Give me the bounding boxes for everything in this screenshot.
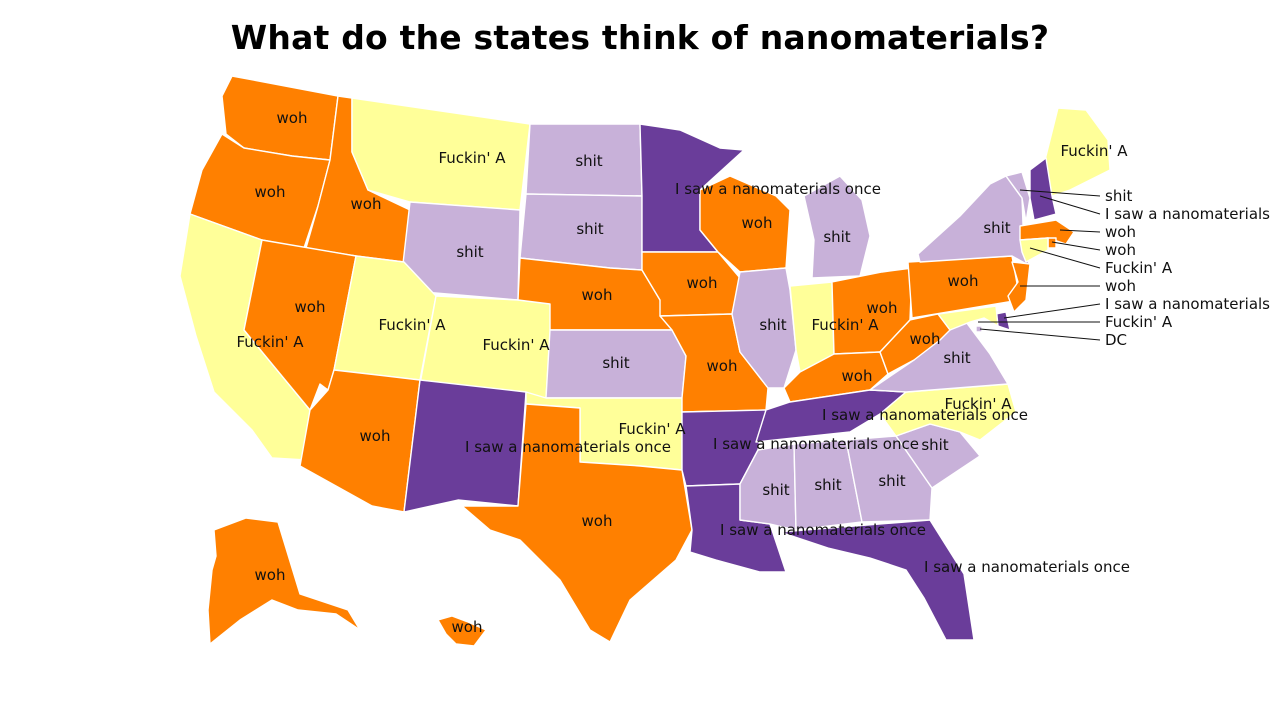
state-label-missouri: woh (707, 357, 738, 375)
state-label-colorado: Fuckin' A (482, 336, 550, 354)
state-label-alaska: woh (255, 566, 286, 584)
state-label-minnesota: I saw a nanomaterials once (675, 180, 881, 198)
leader-line-dc (979, 328, 1101, 341)
state-label-iowa: woh (687, 274, 718, 292)
state-label-florida: I saw a nanomaterials once (924, 558, 1130, 576)
state-label-montana: Fuckin' A (438, 149, 506, 167)
state-label-texas: woh (582, 512, 613, 530)
state-label-dc: DC (1105, 331, 1127, 349)
state-label-ohio: woh (867, 299, 898, 317)
state-label-kentucky: woh (842, 367, 873, 385)
state-label-nevada: woh (295, 298, 326, 316)
state-label-georgia: shit (878, 472, 905, 490)
state-label-rhode-island: woh (1105, 241, 1136, 259)
state-label-massachusetts: woh (1105, 223, 1136, 241)
state-label-idaho: woh (351, 195, 382, 213)
state-label-oklahoma: Fuckin' A (618, 420, 686, 438)
state-label-arizona: woh (360, 427, 391, 445)
state-label-california: Fuckin' A (236, 333, 304, 351)
state-label-washington: woh (277, 109, 308, 127)
state-label-new-york: shit (983, 219, 1010, 237)
state-label-new-jersey: woh (1105, 277, 1136, 295)
state-label-connecticut: Fuckin' A (1105, 259, 1173, 277)
state-label-oregon: woh (255, 183, 286, 201)
state-label-north-carolina: Fuckin' A (944, 395, 1012, 413)
leader-line-rhode-island (1051, 241, 1101, 251)
state-label-kansas: shit (602, 354, 629, 372)
state-label-wisconsin: woh (742, 214, 773, 232)
state-label-indiana: Fuckin' A (811, 316, 879, 334)
state-label-maryland: Fuckin' A (1105, 313, 1173, 331)
leader-line-connecticut (1029, 247, 1101, 269)
state-label-utah: Fuckin' A (378, 316, 446, 334)
state-connecticut (1019, 237, 1049, 263)
state-label-wyoming: shit (456, 243, 483, 261)
state-label-virginia: shit (943, 349, 970, 367)
state-label-mississippi: shit (762, 481, 789, 499)
state-label-arkansas: I saw a nanomaterials once (713, 435, 919, 453)
state-label-alabama: shit (814, 476, 841, 494)
state-label-nebraska: woh (582, 286, 613, 304)
state-label-maine: Fuckin' A (1060, 142, 1128, 160)
state-label-new-hampshire: I saw a nanomaterials (1105, 205, 1270, 223)
state-new-york (917, 175, 1031, 267)
state-label-pennsylvania: woh (948, 272, 979, 290)
state-label-north-dakota: shit (575, 152, 602, 170)
state-label-new-mexico: I saw a nanomaterials once (465, 438, 671, 456)
state-label-louisiana: I saw a nanomaterials once (720, 521, 926, 539)
state-label-west-virginia: woh (910, 330, 941, 348)
state-label-south-carolina: shit (921, 436, 948, 454)
state-label-michigan: shit (823, 228, 850, 246)
state-label-south-dakota: shit (576, 220, 603, 238)
state-label-hawaii: woh (452, 618, 483, 636)
state-rhode-island (1047, 237, 1057, 249)
state-label-illinois: shit (759, 316, 786, 334)
us-states-map: wohwohFuckin' AwohwohFuckin' AshitFuckin… (179, 75, 1270, 647)
state-label-delaware: I saw a nanomaterials (1105, 295, 1270, 313)
state-label-vermont: shit (1105, 187, 1132, 205)
